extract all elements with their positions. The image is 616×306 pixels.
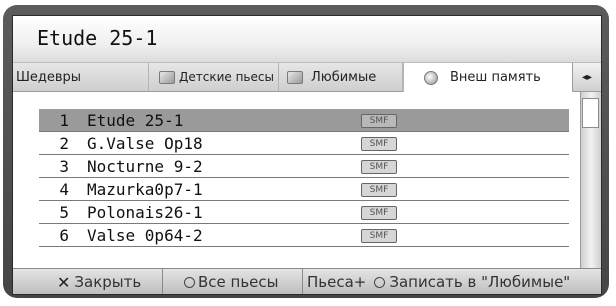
song-title: Etude 25-1: [87, 111, 184, 130]
book-icon: [159, 70, 175, 84]
smf-badge: SMF: [361, 137, 397, 151]
song-title: Nocturne 9-2: [87, 157, 203, 176]
tab-scroll-arrows-icon[interactable]: ◂▸: [572, 63, 601, 91]
song-title: G.Valse Op18: [87, 134, 203, 153]
memory-card-icon: [424, 70, 438, 85]
list-item[interactable]: 3 Nocturne 9-2 SMF: [39, 155, 569, 178]
tab-label: Любимые: [311, 69, 377, 85]
footer-bar: ✕ Закрыть Все пьесы Пьеса+ Записать в "Л…: [13, 268, 601, 294]
song-title: Valse 0p64-2: [87, 226, 203, 245]
circle-button-icon: [184, 276, 195, 288]
smf-badge: SMF: [361, 160, 397, 174]
item-number: 6: [59, 226, 69, 245]
all-pieces-label: Все пьесы: [198, 273, 279, 291]
item-number: 5: [59, 203, 69, 222]
tab-label: Шедевры: [16, 69, 82, 85]
tab-label: Внеш память: [450, 70, 541, 85]
all-pieces-button[interactable]: Все пьесы: [163, 269, 303, 294]
list-item[interactable]: 6 Valse 0p64-2 SMF: [39, 224, 569, 247]
screen: Etude 25-1 Шедевры Детские пьесы Любимые…: [12, 15, 602, 295]
save-to-favorites-label: Записать в "Любимые": [389, 273, 571, 291]
close-label: Закрыть: [74, 273, 142, 291]
smf-badge: SMF: [361, 114, 397, 128]
item-number: 2: [59, 134, 69, 153]
list-item[interactable]: 1 Etude 25-1 SMF: [39, 109, 569, 132]
smf-badge: SMF: [361, 183, 397, 197]
smf-badge: SMF: [361, 206, 397, 220]
tab-kids-pieces[interactable]: Детские пьесы: [149, 63, 279, 91]
page-title: Etude 25-1: [37, 26, 158, 50]
tab-bar: Шедевры Детские пьесы Любимые Внеш памят…: [13, 63, 601, 92]
save-to-favorites-button[interactable]: Записать в "Любимые": [374, 273, 570, 291]
tab-masterpieces[interactable]: Шедевры: [13, 63, 149, 91]
scroll-thumb[interactable]: [582, 98, 599, 128]
item-number: 1: [59, 111, 69, 130]
smf-badge: SMF: [361, 229, 397, 243]
close-button[interactable]: ✕ Закрыть: [13, 269, 163, 294]
song-list: 1 Etude 25-1 SMF 2 G.Valse Op18 SMF 3 Nocturne …: [39, 109, 569, 247]
title-bar: Etude 25-1: [13, 16, 601, 63]
list-item[interactable]: 5 Polonais26-1 SMF: [39, 201, 569, 224]
song-list-area: 1 Etude 25-1 SMF 2 G.Valse Op18 SMF 3 Nocturne …: [13, 92, 601, 268]
tab-label: Детские пьесы: [179, 70, 274, 84]
circle-button-icon: [374, 276, 386, 288]
song-title: Polonais26-1: [87, 203, 203, 222]
device-frame: Etude 25-1 Шедевры Детские пьесы Любимые…: [3, 5, 609, 298]
list-item[interactable]: 2 G.Valse Op18 SMF: [39, 132, 569, 155]
tab-external-memory[interactable]: Внеш память: [403, 63, 573, 92]
close-icon: ✕: [57, 272, 71, 292]
item-number: 3: [59, 157, 69, 176]
list-item[interactable]: 4 Mazurka0p7-1 SMF: [39, 178, 569, 201]
scrollbar[interactable]: [580, 92, 601, 268]
item-number: 4: [59, 180, 69, 199]
book-icon: [287, 70, 303, 84]
piece-plus-save-group: Пьеса+ Записать в "Любимые": [303, 269, 601, 294]
piece-plus-button[interactable]: Пьеса+: [307, 273, 366, 291]
tab-favorites[interactable]: Любимые: [279, 63, 403, 91]
song-title: Mazurka0p7-1: [87, 180, 203, 199]
